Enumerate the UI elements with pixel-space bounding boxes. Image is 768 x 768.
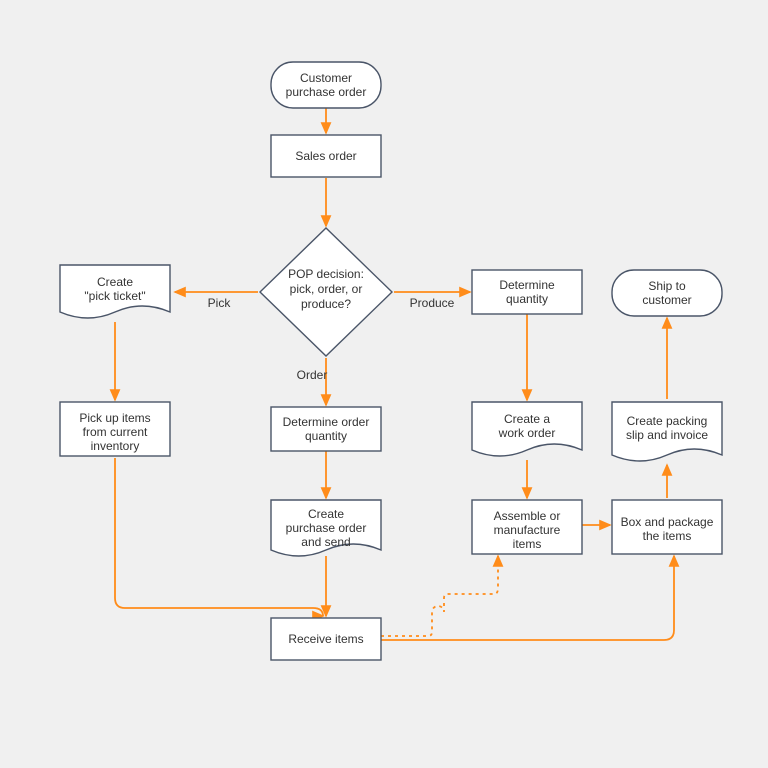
node-start: Customer purchase order	[271, 62, 381, 108]
edge-receive-box	[381, 556, 674, 640]
node-det-order-qty: Determine order quantity	[271, 407, 381, 451]
svg-text:from current: from current	[83, 425, 148, 439]
svg-text:quantity: quantity	[305, 429, 347, 443]
svg-text:inventory: inventory	[91, 439, 140, 453]
svg-text:and send: and send	[301, 535, 350, 549]
svg-text:Box and package: Box and package	[621, 515, 714, 529]
flowchart-canvas: Pick Produce Order Customer purchase ord…	[0, 0, 768, 768]
svg-text:Create: Create	[308, 507, 344, 521]
node-assemble: Assemble or manufacture items	[472, 500, 582, 554]
node-decision: POP decision: pick, order, or produce?	[260, 228, 392, 356]
svg-text:"pick ticket": "pick ticket"	[84, 289, 145, 303]
svg-text:POP decision:: POP decision:	[288, 267, 364, 281]
node-work-order: Create a work order	[472, 402, 582, 456]
svg-text:slip and invoice: slip and invoice	[626, 428, 708, 442]
svg-text:Assemble or: Assemble or	[494, 509, 561, 523]
svg-text:pick, order, or: pick, order, or	[290, 282, 363, 296]
svg-text:items: items	[513, 537, 542, 551]
edge-label-pick: Pick	[208, 296, 232, 310]
svg-text:Create a: Create a	[504, 412, 550, 426]
svg-text:quantity: quantity	[506, 292, 548, 306]
svg-text:Create: Create	[97, 275, 133, 289]
node-receive: Receive items	[271, 618, 381, 660]
node-create-po: Create purchase order and send	[271, 500, 381, 556]
svg-text:Create packing: Create packing	[627, 414, 708, 428]
svg-text:purchase order: purchase order	[286, 85, 367, 99]
node-sales: Sales order	[271, 135, 381, 177]
node-ship: Ship to customer	[612, 270, 722, 316]
node-det-qty: Determine quantity	[472, 270, 582, 314]
svg-text:produce?: produce?	[301, 297, 351, 311]
node-pick-ticket: Create "pick ticket"	[60, 265, 170, 318]
edge-label-produce: Produce	[410, 296, 455, 310]
svg-text:Ship to: Ship to	[648, 279, 686, 293]
svg-text:Receive items: Receive items	[288, 632, 363, 646]
node-pack-slip: Create packing slip and invoice	[612, 402, 722, 461]
node-pick-items: Pick up items from current inventory	[60, 402, 170, 456]
svg-text:purchase order: purchase order	[286, 521, 367, 535]
svg-text:the items: the items	[643, 529, 692, 543]
svg-text:Customer: Customer	[300, 71, 352, 85]
svg-text:Sales order: Sales order	[295, 149, 356, 163]
svg-text:Determine: Determine	[499, 278, 555, 292]
svg-text:work order: work order	[498, 426, 556, 440]
svg-text:manufacture: manufacture	[494, 523, 561, 537]
edge-label-order: Order	[297, 368, 328, 382]
edge-receive-assemble	[381, 556, 498, 636]
svg-text:customer: customer	[642, 293, 691, 307]
node-box: Box and package the items	[612, 500, 722, 554]
svg-text:Pick up items: Pick up items	[79, 411, 150, 425]
svg-text:Determine order: Determine order	[283, 415, 370, 429]
